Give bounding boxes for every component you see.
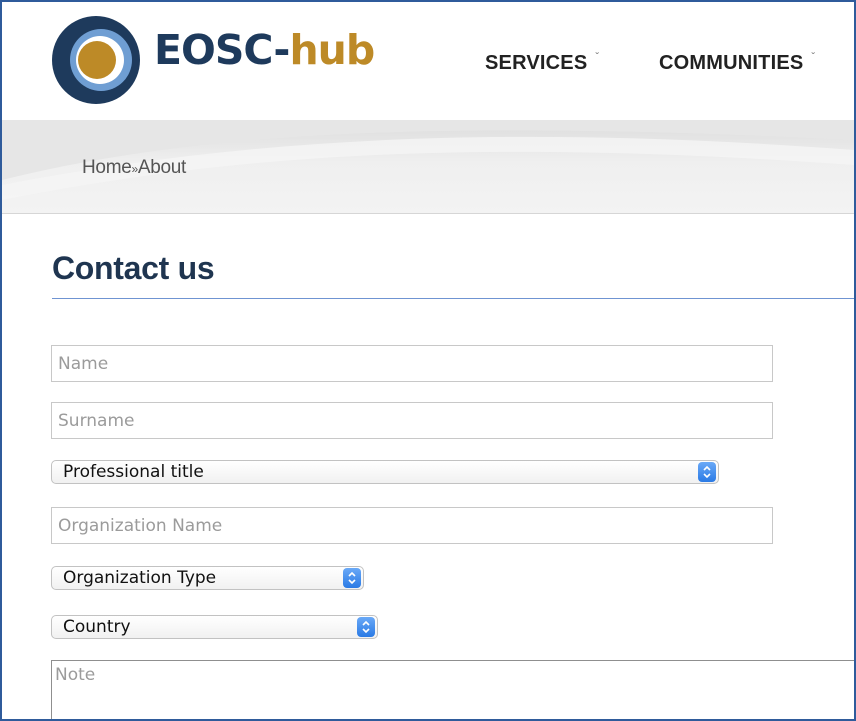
surname-field[interactable] bbox=[51, 402, 773, 439]
site-header: EOSC-hub SERVICES ˇ COMMUNITIES ˇ bbox=[2, 2, 854, 120]
organization-type-select[interactable]: Organization Type bbox=[51, 566, 364, 590]
nav-services-label: SERVICES bbox=[485, 52, 588, 74]
up-down-chevron-icon bbox=[343, 568, 361, 588]
breadcrumb: Home»About bbox=[82, 157, 186, 179]
dropdown-caret-icon: ˇ bbox=[595, 52, 599, 63]
dropdown-caret-icon: ˇ bbox=[811, 52, 815, 63]
organization-type-value: Organization Type bbox=[63, 568, 217, 588]
professional-title-value: Professional title bbox=[63, 462, 204, 482]
nav-communities-label: COMMUNITIES bbox=[659, 52, 804, 74]
nav-communities[interactable]: COMMUNITIES ˇ bbox=[659, 52, 815, 75]
country-select[interactable]: Country bbox=[51, 615, 378, 639]
breadcrumb-home-link[interactable]: Home bbox=[82, 157, 132, 178]
note-textarea[interactable] bbox=[51, 660, 854, 719]
up-down-chevron-icon bbox=[357, 617, 375, 637]
logo-wordmark[interactable]: EOSC-hub bbox=[154, 30, 375, 71]
up-down-chevron-icon bbox=[698, 462, 716, 482]
page-title: Contact us bbox=[52, 250, 215, 286]
organization-name-field[interactable] bbox=[51, 507, 773, 544]
nav-services[interactable]: SERVICES ˇ bbox=[485, 52, 599, 75]
country-value: Country bbox=[63, 617, 131, 637]
breadcrumb-current: About bbox=[137, 157, 187, 178]
logo-wordmark-main: EOSC- bbox=[154, 26, 290, 74]
breadcrumb-band: Home»About bbox=[2, 120, 854, 214]
professional-title-select[interactable]: Professional title bbox=[51, 460, 719, 484]
name-field[interactable] bbox=[51, 345, 773, 382]
title-divider bbox=[52, 298, 854, 299]
eosc-logo-icon[interactable] bbox=[52, 16, 140, 104]
logo-wordmark-accent: hub bbox=[289, 26, 375, 74]
browser-viewport: EOSC-hub SERVICES ˇ COMMUNITIES ˇ Home»Abo… bbox=[0, 0, 856, 721]
